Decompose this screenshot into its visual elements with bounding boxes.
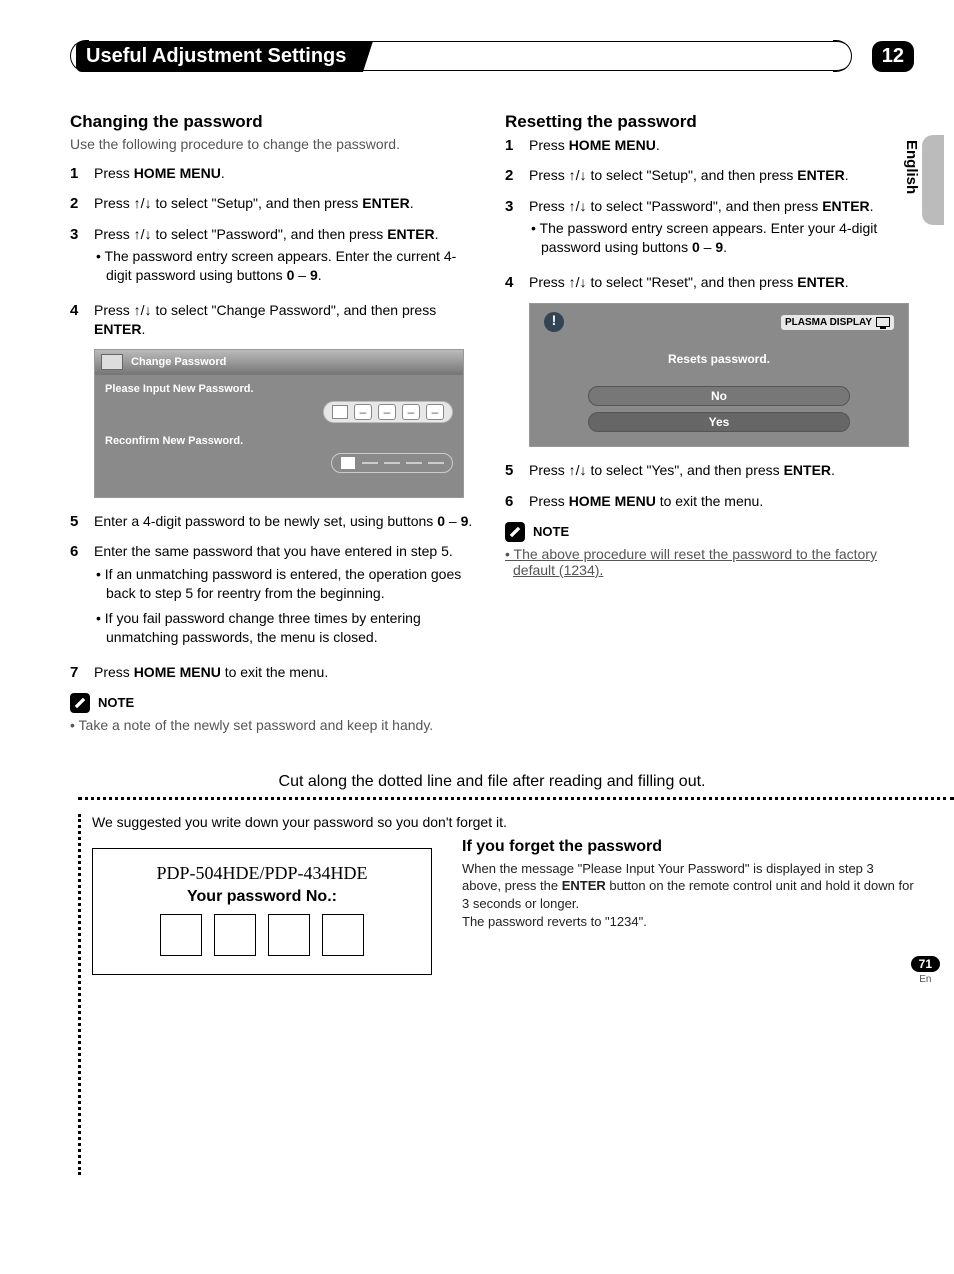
- resetting-password-heading: Resetting the password: [505, 112, 914, 132]
- cut-line-horizontal: [78, 797, 954, 800]
- note-text: The above procedure will reset the passw…: [505, 546, 914, 578]
- osd-change-password: Change Password Please Input New Passwor…: [94, 349, 464, 498]
- password-boxes: [111, 914, 413, 956]
- osd-new-password-field: ––––: [323, 401, 453, 423]
- language-tab: [922, 135, 944, 225]
- forget-revert: The password reverts to "1234".: [462, 913, 914, 931]
- step-text: Press ↑/↓ to select "Setup", and then pr…: [94, 194, 479, 214]
- header-title-outline: Useful Adjustment Settings: [70, 40, 852, 72]
- keypad-icon: [340, 456, 356, 470]
- page-footer: 71 En: [911, 955, 940, 985]
- page-lang: En: [911, 974, 940, 985]
- cut-line-vertical: [78, 814, 81, 1175]
- cut-intro: We suggested you write down your passwor…: [92, 814, 914, 830]
- info-icon: [544, 312, 564, 332]
- forget-heading: If you forget the password: [462, 838, 914, 856]
- page-number: 71: [911, 956, 940, 972]
- password-card: PDP-504HDE/PDP-434HDE Your password No.:: [92, 848, 432, 975]
- forget-password-section: If you forget the password When the mess…: [462, 838, 914, 930]
- note-text: Take a note of the newly set password an…: [70, 717, 479, 733]
- osd-input-new-label: Please Input New Password.: [105, 383, 453, 395]
- changing-password-sub: Use the following procedure to change th…: [70, 136, 479, 152]
- osd-reset-message: Resets password.: [538, 338, 900, 386]
- osd-no-button: No: [588, 386, 850, 406]
- osd-reset-password: PLASMA DISPLAY Resets password. No Yes: [529, 303, 909, 447]
- password-digit-box: [322, 914, 364, 956]
- plasma-display-label: PLASMA DISPLAY: [781, 315, 894, 330]
- left-column: Changing the password Use the following …: [70, 112, 479, 733]
- language-tab-label: English: [903, 140, 920, 194]
- model-label: PDP-504HDE/PDP-434HDE: [111, 863, 413, 884]
- step-text: Press HOME MENU.: [94, 164, 479, 184]
- cut-instruction: Cut along the dotted line and file after…: [70, 773, 914, 791]
- password-digit-box: [268, 914, 310, 956]
- note-icon: [505, 522, 525, 542]
- right-column: Resetting the password 1 Press HOME MENU…: [505, 112, 914, 733]
- step-text: Enter a 4-digit password to be newly set…: [94, 512, 479, 532]
- osd-title-icon: [101, 354, 123, 370]
- osd-reconfirm-label: Reconfirm New Password.: [105, 435, 453, 447]
- password-digit-box: [214, 914, 256, 956]
- chapter-number-badge: 12: [872, 41, 914, 72]
- note-header: NOTE: [505, 522, 914, 542]
- chapter-title: Useful Adjustment Settings: [76, 41, 360, 72]
- step-text: Enter the same password that you have en…: [94, 542, 479, 652]
- osd-yes-button: Yes: [588, 412, 850, 432]
- step-text: Press ↑/↓ to select "Change Password", a…: [94, 301, 479, 339]
- note-icon: [70, 693, 90, 713]
- keypad-icon: [332, 405, 348, 419]
- password-digit-box: [160, 914, 202, 956]
- osd-title: Change Password: [131, 356, 226, 368]
- osd-reconfirm-field: [331, 453, 453, 473]
- password-no-label: Your password No.:: [111, 888, 413, 906]
- changing-password-heading: Changing the password: [70, 112, 479, 132]
- note-header: NOTE: [70, 693, 479, 713]
- tv-icon: [876, 317, 890, 327]
- step-text: Press HOME MENU to exit the menu.: [94, 663, 479, 683]
- step-text: Press ↑/↓ to select "Password", and then…: [94, 225, 479, 292]
- page-header: Useful Adjustment Settings 12: [70, 40, 914, 72]
